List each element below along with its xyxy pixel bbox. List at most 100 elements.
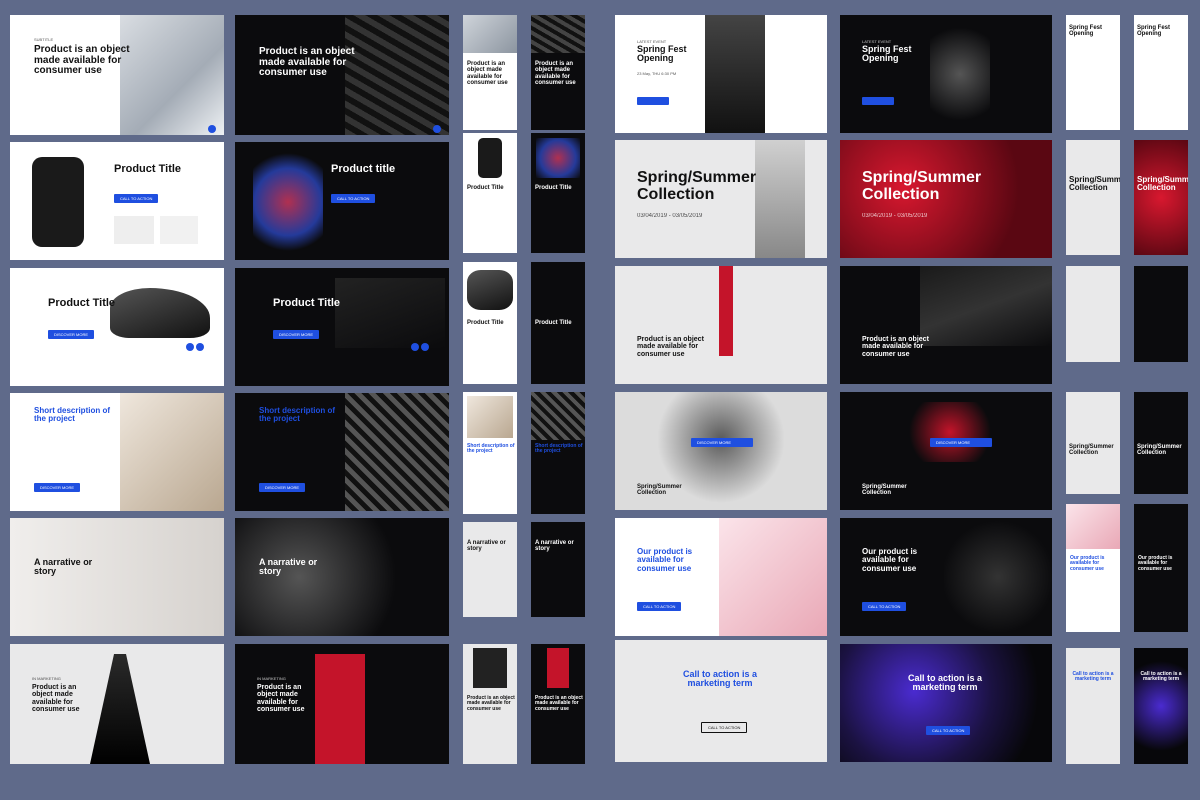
slide-5-light[interactable]: A narrative or story [10,518,224,636]
slide-6-light[interactable]: IN MARKETING Product is an object made a… [10,644,224,764]
collection-heading: Spring/Summer Collection [637,169,757,203]
watch-image [335,278,445,348]
earbuds-image [114,216,154,244]
building-image [120,393,224,511]
smartwatch-image [32,157,84,247]
slide-2-mobile-light[interactable]: Product Title [463,133,517,253]
short-description-heading: Short description of the project [535,443,583,455]
discover-slide-light[interactable]: DISCOVER MORE Spring/Summer Collection [615,392,827,510]
building-image [345,393,449,511]
our-product-heading: Our product is available for consumer us… [1138,555,1173,572]
slide-1-mobile-light[interactable]: Product is an object made available for … [463,15,517,130]
bicycle-image [944,518,1052,636]
slide-3-mobile-dark[interactable]: Product Title [531,262,585,384]
slide-4-mobile-light[interactable]: Short description of the project [463,392,517,514]
marketing-slide-dark[interactable]: Product is an object made available for … [840,266,1052,384]
slide-3-light[interactable]: Product Title DISCOVER MORE [10,268,224,386]
collection-slide-mobile-red[interactable]: Spring/Summer Collection [1134,140,1188,255]
marketing-slide-light[interactable]: Product is an object made available for … [615,266,827,384]
event-slide-mobile-light[interactable]: Spring Fest Opening [1066,15,1120,130]
product-title: Product Title [114,163,182,175]
call-to-action-button[interactable]: CALL TO ACTION [637,602,682,611]
nav-arrows[interactable] [186,343,204,351]
slide-4-light[interactable]: Short description of the project DISCOVE… [10,393,224,511]
collection-slide-red[interactable]: Spring/Summer Collection 03/04/2019 - 03… [840,140,1052,258]
slide-heading: Product is an object made available for … [32,684,80,714]
event-slide-dark[interactable]: LATEST EVENT Spring Fest Opening [840,15,1052,133]
nav-arrows[interactable] [433,125,441,133]
in-marketing-label: IN MARKETING [257,676,286,681]
our-product-heading: Our product is available for consumer us… [862,547,918,573]
slide-3-mobile-light[interactable]: Product Title [463,262,517,384]
our-product-heading: Our product is available for consumer us… [1070,555,1105,572]
cta-slide-mobile-dark[interactable]: Call to action is a marketing term [1134,648,1188,764]
cta-slide-dark[interactable]: Call to action is a marketing term CALL … [840,644,1052,762]
collection-slide-light[interactable]: Spring/Summer Collection 03/04/2019 - 03… [615,140,827,258]
slide-5-mobile-light[interactable]: A narrative or story [463,522,517,617]
book-now-button[interactable] [862,97,894,105]
slide-2-dark[interactable]: Product title CALL TO ACTION [235,142,449,260]
discover-slide-mobile-light[interactable]: Spring/Summer Collection [1066,392,1120,494]
slide-6-mobile-dark[interactable]: Product is an object made available for … [531,644,585,764]
slide-4-mobile-dark[interactable]: Short description of the project [531,392,585,514]
event-slide-light[interactable]: LATEST EVENT Spring Fest Opening 23 May,… [615,15,827,133]
slide-1-light[interactable]: SUBTITLE Product is an object made avail… [10,15,224,135]
dancer-image [473,648,507,688]
product-title: Product Title [273,297,341,309]
call-to-action-button[interactable]: CALL TO ACTION [331,194,376,203]
antler-image [900,402,1000,462]
discover-slide-mobile-dark[interactable]: Spring/Summer Collection [1134,392,1188,494]
discover-button[interactable]: DISCOVER MORE [930,438,992,447]
product-image [160,216,198,244]
discover-button[interactable]: DISCOVER MORE [273,330,320,339]
slide-1-mobile-dark[interactable]: Product is an object made available for … [531,15,585,130]
slide-heading: Product is an object made available for … [467,61,508,86]
product-title: Product Title [535,320,572,326]
slide-6-mobile-light[interactable]: Product is an object made available for … [463,644,517,764]
slide-6-dark[interactable]: IN MARKETING Product is an object made a… [235,644,449,764]
collection-slide-mobile-light[interactable]: Spring/Summer Collection [1066,140,1120,255]
cta-heading: Call to action is a marketing term [907,673,983,693]
discover-button[interactable]: DISCOVER MORE [48,330,95,339]
cta-heading: Call to action is a marketing term [1072,671,1114,683]
call-to-action-button[interactable]: CALL TO ACTION [862,602,907,611]
slide-heading: Product is an object made available for … [535,695,583,712]
event-slide-mobile-light-2[interactable]: Spring Fest Opening [1134,15,1188,130]
call-to-action-button[interactable]: CALL TO ACTION [701,722,748,733]
slide-heading: Product is an object made available for … [535,61,576,86]
nav-arrows[interactable] [208,125,216,133]
slide-2-light[interactable]: Product Title CALL TO ACTION [10,142,224,260]
our-product-slide-mobile-dark[interactable]: Our product is available for consumer us… [1134,504,1188,632]
collection-heading: Spring/Summer Collection [637,484,682,497]
watch-image [920,266,1052,346]
red-garment-image [719,266,733,356]
our-product-slide-dark[interactable]: Our product is available for consumer us… [840,518,1052,636]
call-to-action-button[interactable]: CALL TO ACTION [114,194,159,203]
slide-2-mobile-dark[interactable]: Product Title [531,133,585,253]
sneaker-image [467,270,513,310]
slide-1-dark[interactable]: Product is an object made available for … [235,15,449,135]
collection-heading: Spring/Summer Collection [862,169,982,203]
nav-arrows[interactable] [411,343,429,351]
in-marketing-label: IN MARKETING [32,676,61,681]
hand-image [1066,504,1120,549]
discover-button[interactable]: DISCOVER MORE [691,438,753,447]
call-to-action-button[interactable]: CALL TO ACTION [926,726,971,735]
hand-image [719,518,827,636]
camera-image [253,152,323,252]
cta-slide-light[interactable]: Call to action is a marketing term CALL … [615,640,827,762]
discover-button[interactable]: DISCOVER MORE [34,483,81,492]
marketing-slide-mobile-light[interactable] [1066,266,1120,362]
slide-4-dark[interactable]: Short description of the project DISCOVE… [235,393,449,511]
slide-3-dark[interactable]: Product Title DISCOVER MORE [235,268,449,386]
discover-button[interactable]: DISCOVER MORE [259,483,306,492]
marketing-slide-mobile-dark[interactable] [1134,266,1188,362]
cta-slide-mobile-light[interactable]: Call to action is a marketing term [1066,648,1120,764]
narrative-heading: A narrative or story [467,540,506,553]
book-now-button[interactable] [637,97,669,105]
slide-5-dark[interactable]: A narrative or story [235,518,449,636]
slide-5-mobile-dark[interactable]: A narrative or story [531,522,585,617]
discover-slide-dark[interactable]: DISCOVER MORE Spring/Summer Collection [840,392,1052,510]
our-product-slide-light[interactable]: Our product is available for consumer us… [615,518,827,636]
our-product-slide-mobile-light[interactable]: Our product is available for consumer us… [1066,504,1120,632]
